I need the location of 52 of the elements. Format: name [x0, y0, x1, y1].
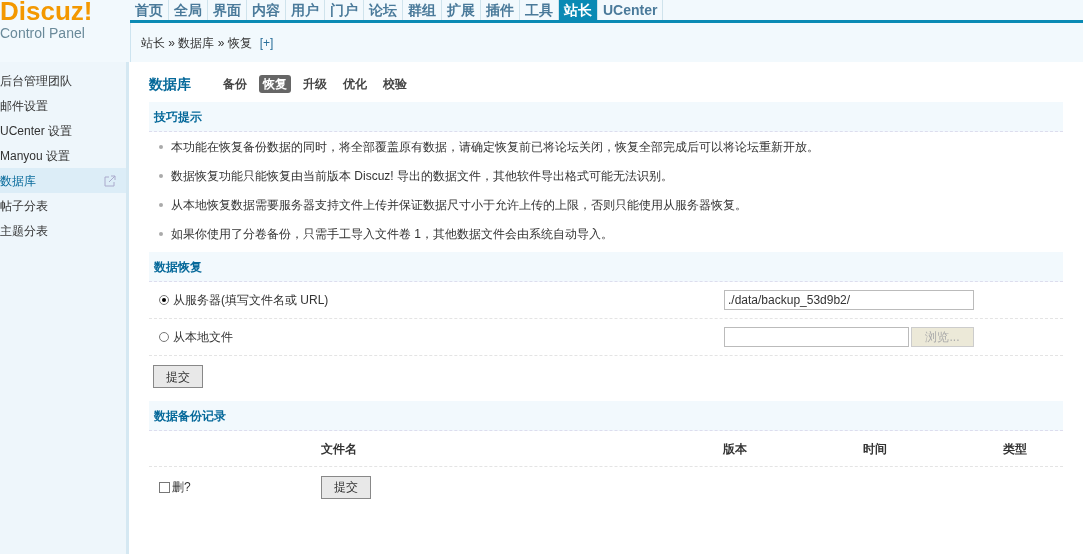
nav-tab[interactable]: 插件	[481, 0, 520, 20]
section-title: 技巧提示	[154, 108, 202, 126]
delete-checkbox[interactable]	[159, 481, 170, 493]
sidebar-item[interactable]: Manyou 设置	[0, 143, 126, 168]
column-header: 版本	[723, 440, 748, 458]
sidebar-item[interactable]: 帖子分表	[0, 193, 126, 218]
column-header: 类型	[1003, 440, 1028, 458]
submit-button[interactable]: 提交	[153, 365, 203, 388]
file-field[interactable]	[724, 327, 909, 347]
section-title: 数据备份记录	[154, 407, 226, 425]
option-label: 从服务器(填写文件名或 URL)	[173, 292, 329, 309]
sub-tab[interactable]: 升级	[299, 75, 331, 93]
nav-tab[interactable]: 扩展	[442, 0, 481, 20]
sidebar-item[interactable]: UCenter 设置	[0, 118, 126, 143]
nav-tab[interactable]: 站长	[559, 0, 598, 20]
tip-text: 如果你使用了分卷备份，只需手工导入文件卷 1，其他数据文件会由系统自动导入。	[171, 225, 613, 243]
nav-tab[interactable]: 用户	[286, 0, 325, 20]
nav-tab[interactable]: 群组	[403, 0, 442, 20]
section-title: 数据恢复	[154, 258, 202, 276]
column-header: 时间	[863, 440, 888, 458]
tip-text: 本功能在恢复备份数据的同时，将全部覆盖原有数据，请确定恢复前已将论坛关闭，恢复全部完成后可以将论坛重新开放。	[171, 138, 819, 156]
nav-tab[interactable]: 界面	[208, 0, 247, 20]
sidebar-item[interactable]: 邮件设置	[0, 93, 126, 118]
sub-tab[interactable]: 恢复	[259, 75, 291, 93]
sub-tab[interactable]: 备份	[219, 75, 251, 93]
sidebar-item[interactable]: 主题分表	[0, 218, 126, 243]
tip-text: 数据恢复功能只能恢复由当前版本 Discuz! 导出的数据文件，其他软件导出格式可能无法识别。	[171, 167, 673, 185]
nav-tab[interactable]: 内容	[247, 0, 286, 20]
submit-button[interactable]: 提交	[321, 475, 371, 499]
delete-label: 删?	[172, 479, 192, 496]
sub-tab[interactable]: 优化	[339, 75, 371, 93]
logo-subtitle: Control Panel	[0, 26, 86, 40]
nav-tab[interactable]: 门户	[325, 0, 364, 20]
column-header: 文件名	[320, 440, 358, 458]
bullet-icon	[159, 144, 163, 149]
file-path-field[interactable]: ./data/backup_53d9b2/	[724, 290, 974, 310]
breadcrumb: 站长 » 数据库 » 恢复	[141, 34, 252, 52]
option-label: 从本地文件	[173, 329, 233, 346]
tip-text: 从本地恢复数据需要服务器支持文件上传并保证数据尺寸小于允许上传的上限，否则只能使用从服务器恢复。	[171, 196, 747, 214]
sub-tab[interactable]: 校验	[379, 75, 411, 93]
bullet-icon	[159, 173, 163, 178]
bullet-icon	[159, 202, 163, 207]
sidebar-item[interactable]: 数据库	[0, 168, 126, 193]
nav-tab[interactable]: UCenter	[598, 0, 664, 20]
nav-tab[interactable]: 论坛	[364, 0, 403, 20]
add-shortcut-link[interactable]: [+]	[259, 33, 274, 52]
nav-tab[interactable]: 首页	[130, 0, 169, 20]
sidebar-item[interactable]: 后台管理团队	[0, 68, 126, 93]
logo: Discuz!	[0, 0, 94, 24]
page-title: 数据库	[149, 74, 191, 94]
nav-tab[interactable]: 全局	[169, 0, 208, 20]
bullet-icon	[159, 231, 163, 236]
